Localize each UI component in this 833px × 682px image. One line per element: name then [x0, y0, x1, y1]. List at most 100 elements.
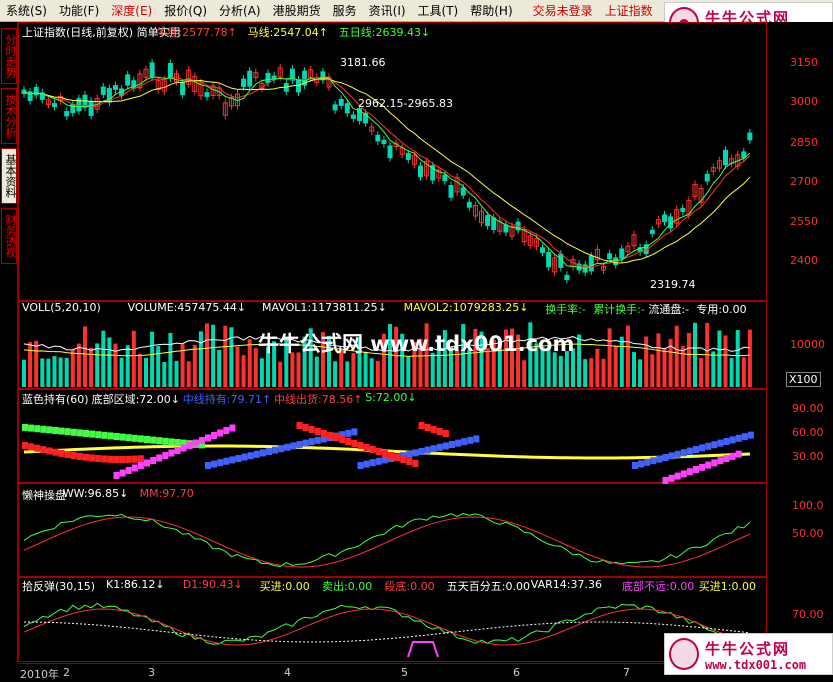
indicator-block — [223, 427, 230, 434]
trading-app-window: 系统(S) 功能(F) 深度(E) 报价(Q) 分析(A) 港股期货 服务 资讯… — [0, 0, 833, 682]
candle-body — [503, 224, 509, 233]
indicator-block — [723, 438, 730, 445]
indicator-block — [442, 442, 449, 450]
volume-bar — [241, 355, 246, 387]
indicator-block — [58, 449, 65, 457]
volume-bar — [595, 348, 600, 387]
volume-bar — [223, 325, 228, 387]
volume-bar — [723, 335, 728, 387]
volume-bar — [40, 358, 45, 387]
indicator-block — [375, 457, 382, 465]
volume-bar — [174, 360, 179, 387]
candle-body — [241, 78, 247, 88]
indicator-block — [284, 443, 291, 451]
indicator-block — [76, 429, 83, 437]
volume-bar — [259, 358, 264, 387]
indicator-block — [34, 444, 41, 452]
indicator-block — [28, 443, 35, 451]
indicator-block — [46, 426, 53, 434]
indicator-block — [363, 460, 370, 468]
indicator-block — [95, 431, 102, 439]
candle-body — [149, 62, 155, 78]
index-indicator: 上证指数 — [604, 4, 653, 18]
indicator-block — [192, 439, 199, 447]
volume-bar — [351, 352, 356, 387]
indicator-block — [211, 460, 218, 468]
price-annotation: 2962.15-2965.83 — [358, 97, 453, 110]
menu-item-analysis[interactable]: 分析(A) — [213, 2, 267, 19]
indicator-block — [296, 422, 303, 429]
indicator-block — [729, 452, 736, 460]
indicator-block — [729, 436, 736, 444]
menu-item-system[interactable]: 系统(S) — [0, 2, 53, 19]
candle-body — [344, 103, 350, 114]
cow-logo-icon — [669, 638, 699, 670]
indicator-block — [296, 441, 303, 448]
candle-body — [607, 253, 613, 260]
menu-item-depth[interactable]: 深度(E) — [105, 2, 158, 19]
main-panel-header-1: 牛线:2577.78↑ — [156, 26, 237, 39]
indicator-block — [119, 455, 126, 463]
candle-body — [113, 85, 118, 90]
volume-bar — [64, 357, 69, 387]
indicator-block — [693, 466, 699, 473]
menu-item-quote[interactable]: 报价(Q) — [158, 2, 213, 19]
candle-body — [540, 247, 545, 253]
menu-item-tools[interactable]: 工具(T) — [412, 2, 465, 19]
tab-intraday[interactable]: 分时走势 — [1, 28, 17, 84]
indicator-block — [253, 450, 260, 458]
candle-body — [350, 114, 356, 119]
tab-technical[interactable]: 技术分析 — [1, 88, 17, 144]
indicator-block — [345, 429, 352, 437]
lazy-panel-y-tick: 50.00 — [792, 527, 824, 540]
indicator-block — [131, 455, 138, 463]
indicator-block — [174, 439, 181, 446]
candle-body — [338, 98, 344, 106]
volume-bar — [186, 361, 191, 387]
candle-body — [405, 153, 411, 160]
volume-bar — [95, 343, 100, 387]
vol-panel-y-tick: 10000 — [790, 338, 825, 351]
tab-financials[interactable]: 财务透视 — [1, 208, 17, 264]
time-label-mar: 3 — [148, 666, 155, 679]
menu-item-help[interactable]: 帮助(H) — [464, 2, 518, 19]
volume-bar — [613, 345, 618, 387]
price-annotation: 3181.66 — [340, 56, 386, 69]
volume-bar — [22, 359, 26, 387]
volume-bar — [583, 359, 588, 387]
blue-panel-y-tick: 30.00 — [792, 450, 824, 463]
indicator-block — [327, 432, 333, 439]
rebound-panel-header-8: 底部不远:0.00 — [622, 580, 695, 593]
candle-body — [64, 111, 70, 117]
side-tabs: 分时走势 技术分析 基本资料 财务透视 — [0, 22, 18, 662]
indicator-block — [406, 458, 413, 465]
indicator-block — [101, 455, 108, 463]
indicator-block — [131, 464, 138, 472]
indicator-block — [52, 448, 59, 456]
menu-item-function[interactable]: 功能(F) — [53, 2, 105, 19]
indicator-block — [381, 456, 388, 464]
menu-item-hk-futures[interactable]: 港股期货 — [267, 2, 327, 19]
indicator-block — [198, 437, 205, 444]
menu-item-service[interactable]: 服务 — [327, 2, 363, 19]
menu-item-info[interactable]: 资讯(I) — [363, 2, 412, 19]
vol-panel-header-7: 专用:0.00 — [696, 303, 747, 316]
volume-bar — [619, 336, 624, 387]
main-panel-y-tick: 2550 — [790, 215, 818, 228]
indicator-block — [83, 430, 89, 437]
login-status[interactable]: 交易未登录 — [527, 2, 599, 19]
indicator-block — [674, 450, 681, 458]
indicator-block — [442, 430, 449, 437]
blue-panel-header-0: 蓝色持有(60) — [22, 393, 89, 406]
indicator-block — [205, 462, 211, 469]
indicator-block — [430, 445, 437, 453]
indicator-block — [400, 456, 407, 463]
tab-fundamentals[interactable]: 基本资料 — [1, 148, 17, 204]
volume-bar — [369, 358, 374, 387]
lazy-panel-header-0: 懒神操盘 — [22, 489, 66, 502]
indicator-block — [137, 462, 144, 469]
indicator-block — [113, 433, 120, 440]
candle-body — [375, 134, 381, 142]
candle-body — [204, 92, 210, 98]
indicator-block — [150, 457, 157, 464]
